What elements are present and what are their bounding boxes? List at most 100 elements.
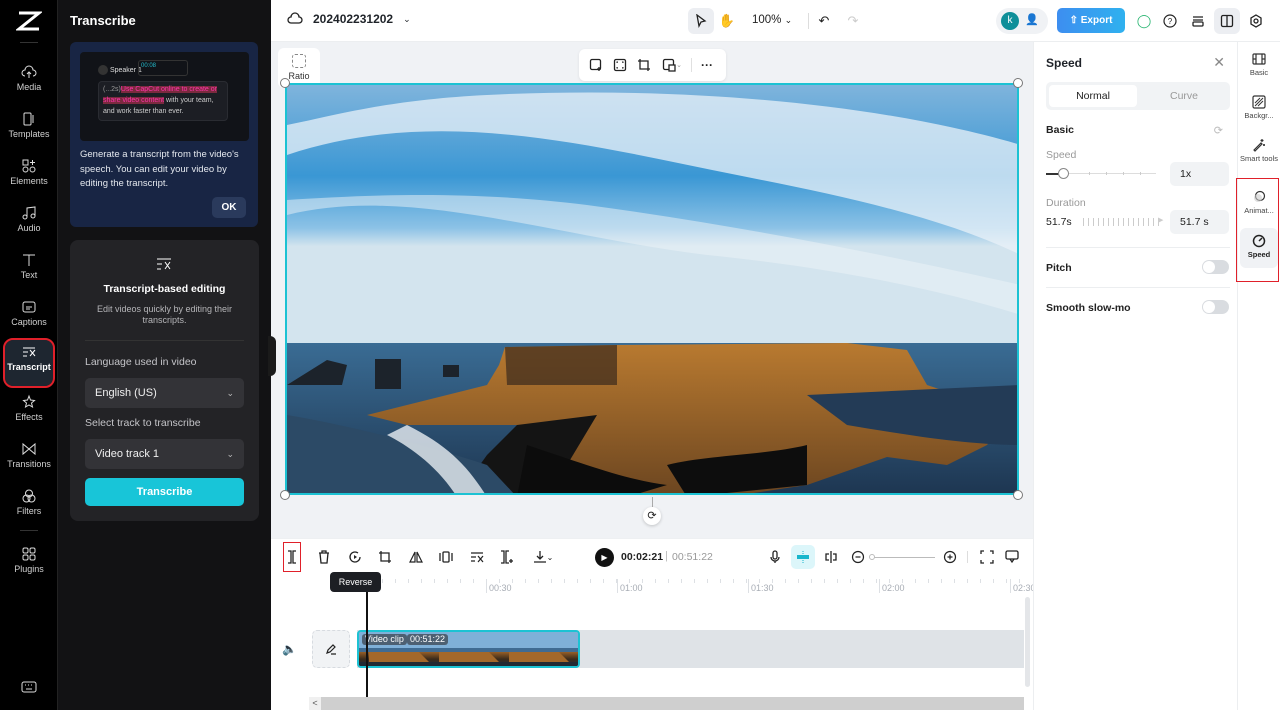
rail-item-smart-tools[interactable]: Smart tools <box>1240 138 1278 163</box>
language-select[interactable]: English (US) ⌄ <box>85 378 244 408</box>
fullscreen-button[interactable] <box>977 547 997 567</box>
vertical-scrollbar[interactable] <box>1025 597 1030 687</box>
hand-tool-button[interactable]: ✋ <box>714 8 740 34</box>
resize-handle-top-right[interactable] <box>1013 78 1023 88</box>
pitch-toggle[interactable] <box>1202 260 1229 274</box>
rail-item-background[interactable]: Backgr... <box>1240 95 1278 120</box>
background-icon <box>1252 95 1266 109</box>
cover-edit-button[interactable] <box>312 630 350 668</box>
ruler-major-tick <box>617 579 618 593</box>
speed-slider-knob[interactable] <box>1057 168 1069 179</box>
nav-item-transitions[interactable]: Transitions <box>5 437 53 483</box>
transcribe-button[interactable]: Transcribe <box>85 478 244 506</box>
nav-item-filters[interactable]: Filters <box>5 484 53 530</box>
mirror-button[interactable] <box>406 547 426 567</box>
fit-frame-icon[interactable] <box>611 56 629 74</box>
timeline-ruler[interactable]: 00:30 01:00 01:30 02:00 02:30 <box>271 575 1036 595</box>
timeline-zoom-knob[interactable] <box>869 554 875 560</box>
replace-media-icon[interactable] <box>587 56 605 74</box>
record-voice-button[interactable] <box>765 547 785 567</box>
track-volume-icon[interactable]: 🔈 <box>282 642 297 656</box>
avatar[interactable]: k <box>1001 12 1019 30</box>
nav-item-captions[interactable]: Captions <box>5 295 53 341</box>
export-button[interactable]: ⇧ Export <box>1057 8 1125 33</box>
project-title[interactable]: 202402231202 ⌄ <box>287 12 411 26</box>
keyboard-shortcuts-icon[interactable] <box>21 680 37 694</box>
select-tool-button[interactable] <box>688 8 714 34</box>
horizontal-scrollbar[interactable] <box>309 697 1024 710</box>
tab-curve[interactable]: Curve <box>1141 85 1227 107</box>
add-user-icon[interactable]: 👤 <box>1025 13 1039 26</box>
smooth-slowmo-toggle[interactable] <box>1202 300 1229 314</box>
reset-icon[interactable]: ⟳ <box>1214 124 1223 137</box>
duration-input[interactable]: 51.7 s <box>1170 210 1229 234</box>
nav-item-text[interactable]: Text <box>5 248 53 294</box>
download-dropdown[interactable]: ⌄ <box>529 547 557 567</box>
transcript-edit-button[interactable] <box>467 547 487 567</box>
rail-item-basic[interactable]: Basic <box>1240 52 1278 77</box>
rail-item-animation[interactable]: Animat... <box>1240 190 1278 215</box>
nav-item-transcript[interactable]: Transcript <box>3 338 55 388</box>
redo-button[interactable]: ↷ <box>840 8 866 34</box>
speed-input[interactable]: 1x <box>1170 162 1229 186</box>
more-options-icon[interactable]: ··· <box>698 56 716 74</box>
mask-dropdown-icon[interactable]: ⌄ <box>659 56 685 74</box>
tip-card: Speaker 1 00:08 (...2s)Use CapCut online… <box>70 42 258 227</box>
microphone-icon <box>770 550 780 563</box>
nav-item-audio[interactable]: Audio <box>5 201 53 247</box>
freeze-button[interactable] <box>436 547 456 567</box>
nav-item-media[interactable]: Media <box>5 60 53 106</box>
zoom-out-button[interactable] <box>848 547 868 567</box>
preview-quality-button[interactable] <box>1002 547 1022 567</box>
undo-button[interactable]: ↶ <box>811 8 837 34</box>
rail-item-speed[interactable]: Speed <box>1240 228 1278 268</box>
playhead[interactable] <box>366 591 368 710</box>
nav-item-plugins[interactable]: Plugins <box>5 542 53 588</box>
zoom-in-button[interactable] <box>940 547 960 567</box>
layout-toggle-button[interactable] <box>1214 8 1240 34</box>
tip-ok-button[interactable]: OK <box>212 197 246 218</box>
ruler-minor-tick <box>798 579 799 583</box>
nav-item-elements[interactable]: Elements <box>5 154 53 200</box>
tab-normal[interactable]: Normal <box>1049 85 1137 107</box>
transitions-icon <box>22 442 36 456</box>
close-icon[interactable]: ✕ <box>1213 54 1225 71</box>
ruler-major-tick <box>1010 579 1011 593</box>
ruler-tick-label: 02:00 <box>882 583 905 593</box>
help-icon[interactable]: ? <box>1157 8 1183 34</box>
auto-reframe-button[interactable] <box>497 547 517 567</box>
timeline[interactable]: 00:30 01:00 01:30 02:00 02:30 🔈 Video clip 0… <box>271 572 1036 710</box>
trash-icon <box>319 550 329 564</box>
rotate-handle[interactable]: ⟳ <box>643 507 661 525</box>
magnet-snap-button[interactable] <box>791 545 815 569</box>
resize-handle-bottom-right[interactable] <box>1013 490 1023 500</box>
resize-handle-top-left[interactable] <box>280 78 290 88</box>
track-select[interactable]: Video track 1 ⌄ <box>85 439 244 469</box>
zoom-level-dropdown[interactable]: 100% ⌄ <box>752 14 792 26</box>
crop-button[interactable] <box>375 547 395 567</box>
linkage-button[interactable] <box>821 547 841 567</box>
reverse-button[interactable] <box>345 547 365 567</box>
ruler-minor-tick <box>668 579 669 583</box>
resize-handle-bottom-left[interactable] <box>280 490 290 500</box>
ruler-minor-tick <box>538 579 539 583</box>
play-button[interactable]: ▶ <box>595 548 614 567</box>
nav-item-effects[interactable]: Effects <box>5 390 53 436</box>
shield-check-icon[interactable]: ◯ <box>1131 8 1157 34</box>
video-preview[interactable] <box>285 83 1019 495</box>
collapse-panel-handle[interactable] <box>268 336 276 376</box>
ruler-minor-tick <box>772 579 773 583</box>
settings-icon[interactable] <box>1243 8 1269 34</box>
slider-tick <box>1140 172 1141 175</box>
collaborators[interactable]: k 👤 <box>996 8 1048 34</box>
timeline-zoom-slider[interactable] <box>871 557 935 558</box>
split-button[interactable] <box>283 542 301 572</box>
video-clip[interactable]: Video clip 00:51:22 <box>357 630 580 668</box>
chevron-down-icon: ⌄ <box>226 388 234 398</box>
delete-button[interactable] <box>314 547 334 567</box>
scroll-left-icon[interactable]: < <box>309 697 321 710</box>
shortcuts-icon[interactable] <box>1185 8 1211 34</box>
nav-item-templates[interactable]: Templates <box>5 107 53 153</box>
ruler-minor-tick <box>941 579 942 583</box>
crop-icon[interactable] <box>635 56 653 74</box>
